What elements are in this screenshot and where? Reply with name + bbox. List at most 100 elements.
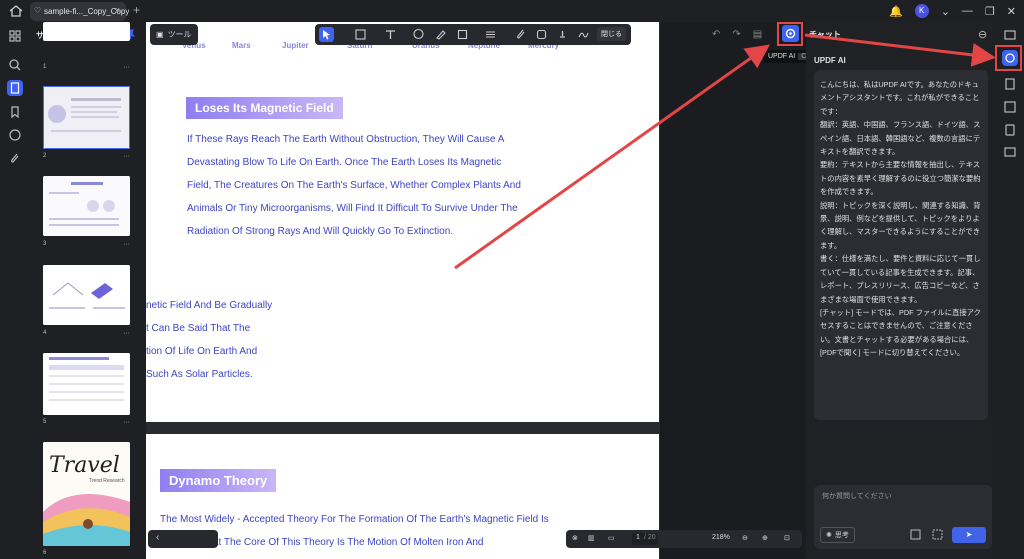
- assistant-message: こんにちは、私はUPDF AIです。あなたのドキュメントアシスタントです。これが…: [814, 70, 988, 420]
- page-options-icon[interactable]: ···: [123, 330, 130, 337]
- paragraph-line: mo Theory. At The Core Of This Theory Is…: [160, 537, 484, 548]
- text-icon[interactable]: [383, 27, 398, 42]
- paragraph: If These Rays Reach The Earth Without Ob…: [187, 128, 521, 243]
- highlighter-icon[interactable]: [433, 27, 448, 42]
- heart-icon[interactable]: ♡: [34, 6, 41, 15]
- signature-icon[interactable]: [576, 27, 591, 42]
- undo-icon[interactable]: ↶: [712, 29, 720, 40]
- image-upload-icon[interactable]: [910, 529, 921, 540]
- message-paragraph: [チャット] モードでは、PDF ファイルに直接アクセスすることはできませんので…: [820, 307, 981, 358]
- paragraph-line: Devastating Blow To Life On Earth. Once …: [187, 157, 502, 168]
- save-icon[interactable]: ▤: [753, 29, 762, 40]
- fit-page-icon[interactable]: ⊡: [784, 534, 790, 542]
- line-icon[interactable]: [483, 27, 498, 42]
- message-paragraph: 翻訳：英語、中国語、フランス語、ドイツ語、スペイン語、日本語、韓国語など、複数の…: [820, 120, 981, 157]
- close-tab-icon[interactable]: ×: [115, 5, 120, 15]
- assistant-name: UPDF AI: [814, 56, 846, 65]
- planet-label: Jupiter: [282, 41, 309, 50]
- window-controls: 🔔 K ⌄ — ❐ ✕: [889, 3, 1016, 19]
- zoom-level[interactable]: 218%: [712, 534, 730, 541]
- tools-label: ツール: [167, 30, 192, 39]
- page-options-icon[interactable]: ···: [123, 419, 130, 426]
- annotation-toolbar: 閉じる: [315, 24, 631, 45]
- close-toolbar-button[interactable]: 閉じる: [597, 27, 626, 41]
- document-tab[interactable]: ♡ sample-fi..._Copy_Copy ×: [30, 2, 129, 21]
- page-options-icon[interactable]: ···: [123, 241, 130, 248]
- toolbox-icon: ▣: [156, 30, 164, 39]
- stamp-icon[interactable]: [555, 27, 570, 42]
- chat-panel: チャット ⊖ UPDF AI こんにちは、私はUPDF AIです。あなたのドキュ…: [806, 22, 996, 559]
- page-number-6: 6: [43, 550, 47, 556]
- close-window-icon[interactable]: ✕: [1007, 5, 1016, 18]
- attachment-icon[interactable]: [513, 27, 528, 42]
- page-options-icon[interactable]: ···: [123, 64, 130, 71]
- presentation-icon[interactable]: ▭: [608, 534, 615, 542]
- home-icon[interactable]: [8, 3, 24, 19]
- paragraph-line: t Can Be Said That The: [146, 323, 251, 334]
- page-thumbnail-2[interactable]: [43, 86, 130, 149]
- comment-bubble-icon[interactable]: [411, 27, 426, 42]
- paragraph-line: Field, The Creatures On The Earth's Surf…: [187, 180, 521, 191]
- send-button[interactable]: ➤: [952, 527, 986, 543]
- tools-button[interactable]: ▣ ツール: [150, 24, 198, 45]
- grid-icon[interactable]: [7, 28, 23, 44]
- new-tab-icon[interactable]: +: [133, 3, 140, 17]
- paragraph-line: netic Field And Be Gradually: [146, 300, 273, 311]
- think-button[interactable]: ✺ 思考: [820, 527, 855, 543]
- ocr-icon[interactable]: [1002, 99, 1018, 115]
- protect-icon[interactable]: [1002, 122, 1018, 138]
- current-page: 1: [636, 534, 640, 541]
- highlight-box: [777, 22, 803, 46]
- document-page: Venus Mars Jupiter Saturn Uranus Neptune…: [146, 22, 659, 422]
- layout-icon[interactable]: [1002, 27, 1018, 43]
- section-heading: Dynamo Theory: [160, 469, 277, 492]
- previous-page-icon[interactable]: ‹: [156, 532, 159, 543]
- paragraph-line: tion Of Life On Earth And: [146, 346, 258, 357]
- page-number-4: 4: [43, 330, 47, 336]
- comment-icon[interactable]: [7, 127, 23, 143]
- restore-icon[interactable]: ❐: [985, 5, 995, 18]
- select-cursor-icon[interactable]: [319, 27, 334, 42]
- history-icon[interactable]: ⊖: [978, 28, 987, 41]
- page-thumbnail-6[interactable]: Travel Trend Research: [43, 442, 130, 546]
- document-viewport[interactable]: Venus Mars Jupiter Saturn Uranus Neptune…: [146, 22, 660, 559]
- convert-icon[interactable]: [1002, 76, 1018, 92]
- zoom-in-icon[interactable]: ⊕: [762, 534, 768, 542]
- page-thumbnail-1[interactable]: [43, 22, 130, 41]
- zoom-out-icon[interactable]: ⊖: [742, 534, 748, 542]
- message-paragraph: 要約：テキストから主要な情報を抽出し、テキストの内容を素早く理解するのに役立つ簡…: [820, 160, 981, 197]
- bell-icon[interactable]: 🔔: [889, 5, 903, 18]
- paragraph-line: Animals Or Tiny Microorganisms, Will Fin…: [187, 203, 518, 214]
- bookmark-icon[interactable]: [7, 104, 23, 120]
- sticker-icon[interactable]: [534, 27, 549, 42]
- thumbnails-icon[interactable]: [7, 80, 23, 96]
- view-controls: ⊗ ▥ ▭ 1 / 20 218% ⊖ ⊕ ⊡: [566, 530, 802, 548]
- paragraph-line: Such As Solar Particles.: [146, 369, 253, 380]
- search-icon[interactable]: [7, 57, 23, 73]
- total-pages: / 20: [644, 534, 656, 541]
- close-icon[interactable]: ⊗: [572, 534, 578, 542]
- paragraph-line: Radiation Of Strong Rays And Will Quickl…: [187, 226, 454, 237]
- page-thumbnail-3[interactable]: [43, 176, 130, 236]
- paragraph: netic Field And Be Gradually t Can Be Sa…: [146, 294, 272, 386]
- edit-controls: ↶ ↷ ▤: [712, 24, 762, 45]
- page-options-icon[interactable]: ···: [123, 153, 130, 160]
- message-paragraph: こんにちは、私はUPDF AIです。あなたのドキュメントアシスタントです。これが…: [820, 80, 980, 116]
- page-number-5: 5: [43, 419, 47, 425]
- minimize-icon[interactable]: —: [962, 5, 973, 17]
- shape-icon[interactable]: [455, 27, 470, 42]
- tooltip-label: UPDF AI: [768, 53, 796, 60]
- expand-icon[interactable]: ⌄: [941, 5, 950, 18]
- page-thumbnail-5[interactable]: [43, 353, 130, 415]
- avatar[interactable]: K: [914, 4, 929, 18]
- attachment-icon[interactable]: [7, 150, 23, 166]
- chat-input[interactable]: 何か質問してください ✺ 思考 ➤: [814, 485, 992, 549]
- text-box-icon[interactable]: [353, 27, 368, 42]
- share-icon[interactable]: [1002, 144, 1018, 160]
- think-label: 思考: [834, 532, 849, 539]
- message-paragraph: 説明：トピックを深く説明し、関連する知識、背景、説明、例などを提供して、トピック…: [820, 200, 981, 250]
- screenshot-icon[interactable]: [932, 529, 943, 540]
- redo-icon[interactable]: ↷: [732, 29, 740, 40]
- page-view-icon[interactable]: ▥: [588, 534, 595, 542]
- page-thumbnail-4[interactable]: [43, 265, 130, 325]
